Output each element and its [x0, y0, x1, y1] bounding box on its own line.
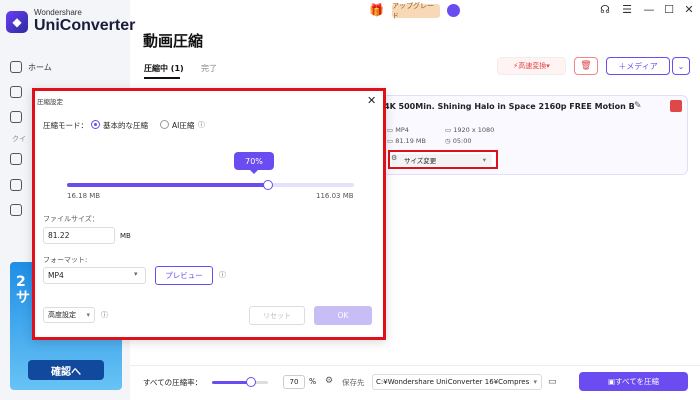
save-path-value: C:¥Wondershare UniConverter 16¥Compres [376, 378, 530, 386]
brand: ◆ Wondershare UniConverter [6, 8, 135, 35]
sidebar-section-label: クイ [12, 135, 26, 143]
document-icon [10, 111, 22, 123]
file-size: ▭ 81.19 MB [387, 137, 426, 145]
advanced-settings-label: 高度設定 [48, 311, 76, 319]
slider-max-label: 116.03 MB [316, 192, 354, 200]
file-duration: ◷ 05:00 [445, 137, 472, 145]
chevron-down-icon: ▾ [546, 62, 550, 70]
compress-all-button[interactable]: ▣ すべてを圧縮 [579, 372, 688, 391]
reset-button[interactable]: リセット [249, 306, 305, 325]
close-icon[interactable]: ✕ [367, 94, 376, 107]
swap-icon [10, 153, 22, 165]
chevron-down-icon: ▾ [533, 378, 537, 386]
file-resolution: ▭ 1920 x 1080 [445, 126, 495, 134]
compression-rate-knob[interactable] [246, 377, 256, 387]
headset-icon[interactable]: ☊ [598, 3, 612, 17]
chevron-down-icon: ▾ [482, 156, 486, 164]
close-icon[interactable]: ✕ [682, 3, 696, 17]
info-icon[interactable]: ⓘ [198, 120, 205, 130]
save-location-label: 保存先 [342, 378, 365, 387]
brand-top: Wondershare [34, 8, 82, 17]
tab-compressing[interactable]: 圧縮中 (1) [144, 63, 184, 74]
minimize-icon[interactable]: — [642, 3, 656, 17]
settings-icon: ⚙ [391, 154, 398, 162]
radio-basic[interactable] [91, 120, 100, 129]
app-logo-icon: ◆ [6, 10, 28, 33]
save-path-select[interactable]: C:¥Wondershare UniConverter 16¥Compres ▾ [372, 374, 542, 390]
promo-button[interactable]: 確認へ [28, 360, 104, 380]
plus-icon: ＋ [618, 61, 627, 71]
info-icon[interactable]: ⓘ [101, 310, 108, 320]
ratio-bubble: 70% [234, 152, 274, 170]
settings-icon[interactable]: ⚙ [325, 376, 333, 386]
size-change-select[interactable]: サイズ変更 ▾ [392, 154, 492, 166]
add-media-button[interactable]: ＋ メディア [606, 57, 670, 75]
edit-icon[interactable]: ✎ [634, 101, 642, 111]
preview-button[interactable]: プレビュー [155, 266, 213, 285]
slider-min-label: 16.18 MB [67, 192, 101, 200]
add-media-dropdown[interactable]: ⌄ [672, 57, 690, 75]
page-title: 動画圧縮 [143, 32, 204, 50]
file-title: 4K 500Min. Shining Halo in Space 2160p F… [384, 102, 634, 111]
sidebar-item-home[interactable]: ホーム [10, 58, 120, 76]
percent-label: % [309, 377, 317, 386]
trash-icon[interactable] [670, 100, 682, 112]
compress-icon: ▣ [607, 377, 616, 386]
ok-button[interactable]: OK [314, 306, 372, 325]
promo-text: 2サ [16, 274, 30, 306]
delete-all-button[interactable]: 🗑 [574, 57, 598, 75]
gift-icon[interactable]: 🎁 [369, 4, 384, 16]
tab-underline [144, 77, 180, 79]
maximize-icon[interactable]: ☐ [662, 3, 676, 17]
sidebar-item-label: ホーム [28, 62, 52, 72]
upgrade-button[interactable]: アップグレード [392, 2, 440, 20]
compress-icon [10, 204, 22, 216]
video-icon [10, 179, 22, 191]
chevron-down-icon: ▾ [86, 311, 90, 319]
tab-completed[interactable]: 完了 [201, 63, 217, 74]
size-change-label: サイズ変更 [404, 157, 437, 165]
format-label: フォーマット: [43, 256, 88, 264]
high-speed-label: 高速変換 [518, 62, 547, 70]
trash-icon: 🗑 [580, 61, 592, 71]
file-size-label: ファイルサイズ： [43, 215, 99, 223]
brand-main: UniConverter [34, 17, 136, 34]
compression-slider-knob[interactable] [262, 180, 273, 190]
avatar[interactable] [447, 4, 460, 17]
dialog-title: 圧縮設定 [37, 98, 63, 106]
file-size-input[interactable]: 81.22 [43, 227, 115, 244]
ratio-bubble-tip [250, 170, 258, 174]
option-ai-label[interactable]: AI圧縮 [172, 120, 194, 131]
chevron-down-icon: ⌄ [677, 61, 685, 71]
file-size-unit: MB [120, 232, 131, 240]
toolbox-icon [10, 86, 22, 98]
compression-rate-fill [212, 381, 250, 384]
folder-icon[interactable]: ▭ [548, 377, 557, 387]
compression-slider-fill [67, 183, 268, 187]
chevron-down-icon: ▾ [134, 270, 138, 278]
compression-rate-input[interactable]: 70 [283, 375, 305, 389]
info-icon[interactable]: ⓘ [219, 270, 226, 280]
format-select[interactable]: MP4 [43, 267, 146, 284]
add-media-label: メディア [626, 61, 658, 71]
radio-ai[interactable] [160, 120, 169, 129]
file-format: ▭ MP4 [387, 126, 409, 134]
menu-icon[interactable]: ☰ [620, 3, 634, 17]
compress-all-label: すべてを圧縮 [615, 377, 660, 386]
high-speed-button[interactable]: ⚡ 高速変換 ▾ [497, 57, 566, 75]
compression-mode-label: 圧縮モード： [43, 121, 88, 130]
home-icon [10, 61, 22, 73]
compression-rate-label: すべての圧縮率： [143, 378, 203, 387]
advanced-settings-select[interactable]: 高度設定 ▾ [43, 307, 95, 323]
option-basic-label[interactable]: 基本的な圧縮 [103, 120, 148, 131]
